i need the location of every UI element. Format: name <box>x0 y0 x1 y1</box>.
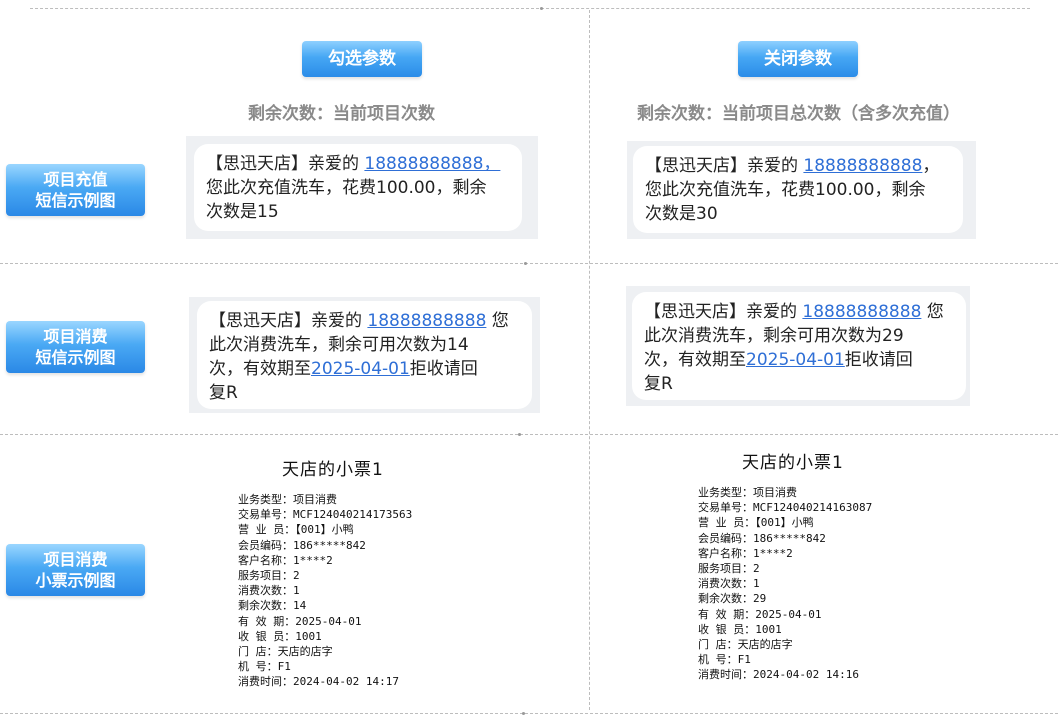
sms-text: 【思迅天店】亲爱的 <box>644 302 803 322</box>
sms-frame: 【思迅天店】亲爱的 18888888888 您 此次消费洗车，剩余可用次数为14… <box>189 297 540 413</box>
divider-row2 <box>0 434 1058 435</box>
receipt-left: 业务类型：项目消费交易单号：MCF124040214173563 营 业 员：【0… <box>238 492 412 690</box>
receipt-row: 营 业 员：【001】小鸭 <box>238 523 354 537</box>
receipt-row: 客户名称：1****2 <box>698 546 793 560</box>
receipt-title-right: 天店的小票1 <box>742 453 844 473</box>
sms-text: 【思迅天店】亲爱的 <box>209 311 368 331</box>
divider-dot <box>540 7 543 10</box>
sms-line: 次，有效期至2025-04-01拒收请回 <box>209 357 520 381</box>
receipt-row: 剩余次数：14 <box>238 599 307 613</box>
sms-line: 复R <box>644 374 673 394</box>
sms-line: 此次消费洗车，剩余可用次数为14 <box>209 335 469 355</box>
receipt-row: 消费次数：1 <box>238 584 300 598</box>
sms-line: 【思迅天店】亲爱的 18888888888， <box>206 152 510 176</box>
divider-bottom <box>0 713 1058 714</box>
receipt-row: 收 银 员：1001 <box>238 629 322 643</box>
sms-bubble-consume-right: 【思迅天店】亲爱的 18888888888 您 此次消费洗车，剩余可用次数为29… <box>632 292 966 400</box>
sms-line: 您此次充值洗车，花费100.00，剩余 <box>645 180 926 200</box>
receipt-row: 业务类型：项目消费 <box>698 486 797 499</box>
receipt-row: 消费时间：2024-04-02 14:17 <box>238 675 399 689</box>
label-line: 项目消费 <box>43 550 108 569</box>
sms-line: 此次消费洗车，剩余可用次数为29 <box>644 326 904 346</box>
label-line: 小票示例图 <box>35 571 116 590</box>
divider-dot <box>518 433 521 436</box>
sms-line: 复R <box>209 383 238 403</box>
receipt-row: 交易单号：MCF124040214173563 <box>238 508 413 522</box>
receipt-row: 服务项目：2 <box>698 562 760 576</box>
receipt-row: 有 效 期：2025-04-01 <box>238 614 362 628</box>
sms-line: 次数是30 <box>645 204 718 224</box>
receipt-row: 剩余次数：29 <box>698 592 767 606</box>
phone-link[interactable]: 18888888888 <box>367 311 486 331</box>
receipt-row: 业务类型：项目消费 <box>238 493 337 506</box>
label-line: 项目消费 <box>43 327 108 346</box>
phone-link[interactable]: 18888888888 <box>803 156 922 176</box>
label-line: 项目充值 <box>43 170 108 189</box>
receipt-row: 服务项目：2 <box>238 569 300 583</box>
sms-text: 您 <box>921 302 944 322</box>
receipt-row: 机 号：F1 <box>238 660 291 674</box>
receipt-row: 交易单号：MCF124040214163087 <box>698 501 873 515</box>
date-link[interactable]: 2025-04-01 <box>746 350 845 370</box>
phone-link[interactable]: 18888888888 <box>802 302 921 322</box>
sms-bubble-recharge-left: 【思迅天店】亲爱的 18888888888， 您此次充值洗车，花费100.00，… <box>194 144 522 231</box>
sms-frame: 【思迅天店】亲爱的 18888888888， 您此次充值洗车，花费100.00，… <box>627 141 976 239</box>
sms-frame: 【思迅天店】亲爱的 18888888888， 您此次充值洗车，花费100.00，… <box>186 136 538 239</box>
check-param-button[interactable]: 勾选参数 <box>302 41 422 77</box>
sms-bubble-consume-left: 【思迅天店】亲爱的 18888888888 您 此次消费洗车，剩余可用次数为14… <box>197 301 532 409</box>
sms-bubble-recharge-right: 【思迅天店】亲爱的 18888888888， 您此次充值洗车，花费100.00，… <box>633 146 963 233</box>
sms-text: ， <box>922 156 940 176</box>
receipt-row: 机 号：F1 <box>698 653 751 667</box>
receipt-row: 会员编码：186*****842 <box>238 538 366 552</box>
sms-text: 次，有效期至 <box>209 359 311 379</box>
phone-link[interactable]: 18888888888， <box>364 154 500 174</box>
divider-dot <box>522 712 525 715</box>
label-consume-sms: 项目消费 短信示例图 <box>6 321 145 373</box>
label-recharge-sms: 项目充值 短信示例图 <box>6 164 145 216</box>
divider-row1 <box>0 263 1058 264</box>
sms-text: 【思迅天店】亲爱的 <box>645 156 804 176</box>
sms-line: 【思迅天店】亲爱的 18888888888 您 <box>644 300 954 324</box>
sms-frame: 【思迅天店】亲爱的 18888888888 您 此次消费洗车，剩余可用次数为29… <box>626 286 970 406</box>
sms-text: 【思迅天店】亲爱的 <box>206 154 365 174</box>
receipt-row: 会员编码：186*****842 <box>698 531 826 545</box>
label-line: 短信示例图 <box>35 348 116 367</box>
sms-line: 【思迅天店】亲爱的 18888888888 您 <box>209 309 520 333</box>
divider-top <box>30 8 1030 9</box>
left-subtitle: 剩余次数：当前项目次数 <box>248 104 435 124</box>
sms-text: 拒收请回 <box>844 350 913 370</box>
receipt-row: 有 效 期：2025-04-01 <box>698 607 822 621</box>
divider-dot <box>524 262 527 265</box>
divider-vertical <box>589 10 590 710</box>
right-subtitle: 剩余次数：当前项目总次数（含多次充值） <box>637 104 960 124</box>
receipt-row: 消费时间：2024-04-02 14:16 <box>698 668 859 682</box>
receipt-right: 业务类型：项目消费交易单号：MCF124040214163087 营 业 员：【0… <box>698 485 872 683</box>
sms-text: 次，有效期至 <box>644 350 746 370</box>
receipt-row: 客户名称：1****2 <box>238 553 333 567</box>
receipt-row: 门 店：天店的店字 <box>698 638 793 652</box>
receipt-row: 门 店：天店的店字 <box>238 645 333 659</box>
sms-line: 次，有效期至2025-04-01拒收请回 <box>644 348 954 372</box>
label-line: 短信示例图 <box>35 191 116 210</box>
sms-text: 您 <box>486 311 509 331</box>
date-link[interactable]: 2025-04-01 <box>311 359 410 379</box>
sms-line: 【思迅天店】亲爱的 18888888888， <box>645 154 951 178</box>
sms-line: 您此次充值洗车，花费100.00，剩余 <box>206 178 487 198</box>
label-consume-receipt: 项目消费 小票示例图 <box>6 544 145 596</box>
receipt-title-left: 天店的小票1 <box>282 460 384 480</box>
receipt-row: 消费次数：1 <box>698 577 760 591</box>
receipt-row: 收 银 员：1001 <box>698 622 782 636</box>
close-param-button[interactable]: 关闭参数 <box>738 41 858 77</box>
sms-text: 拒收请回 <box>409 359 478 379</box>
sms-line: 次数是15 <box>206 202 279 222</box>
receipt-row: 营 业 员：【001】小鸭 <box>698 516 814 530</box>
